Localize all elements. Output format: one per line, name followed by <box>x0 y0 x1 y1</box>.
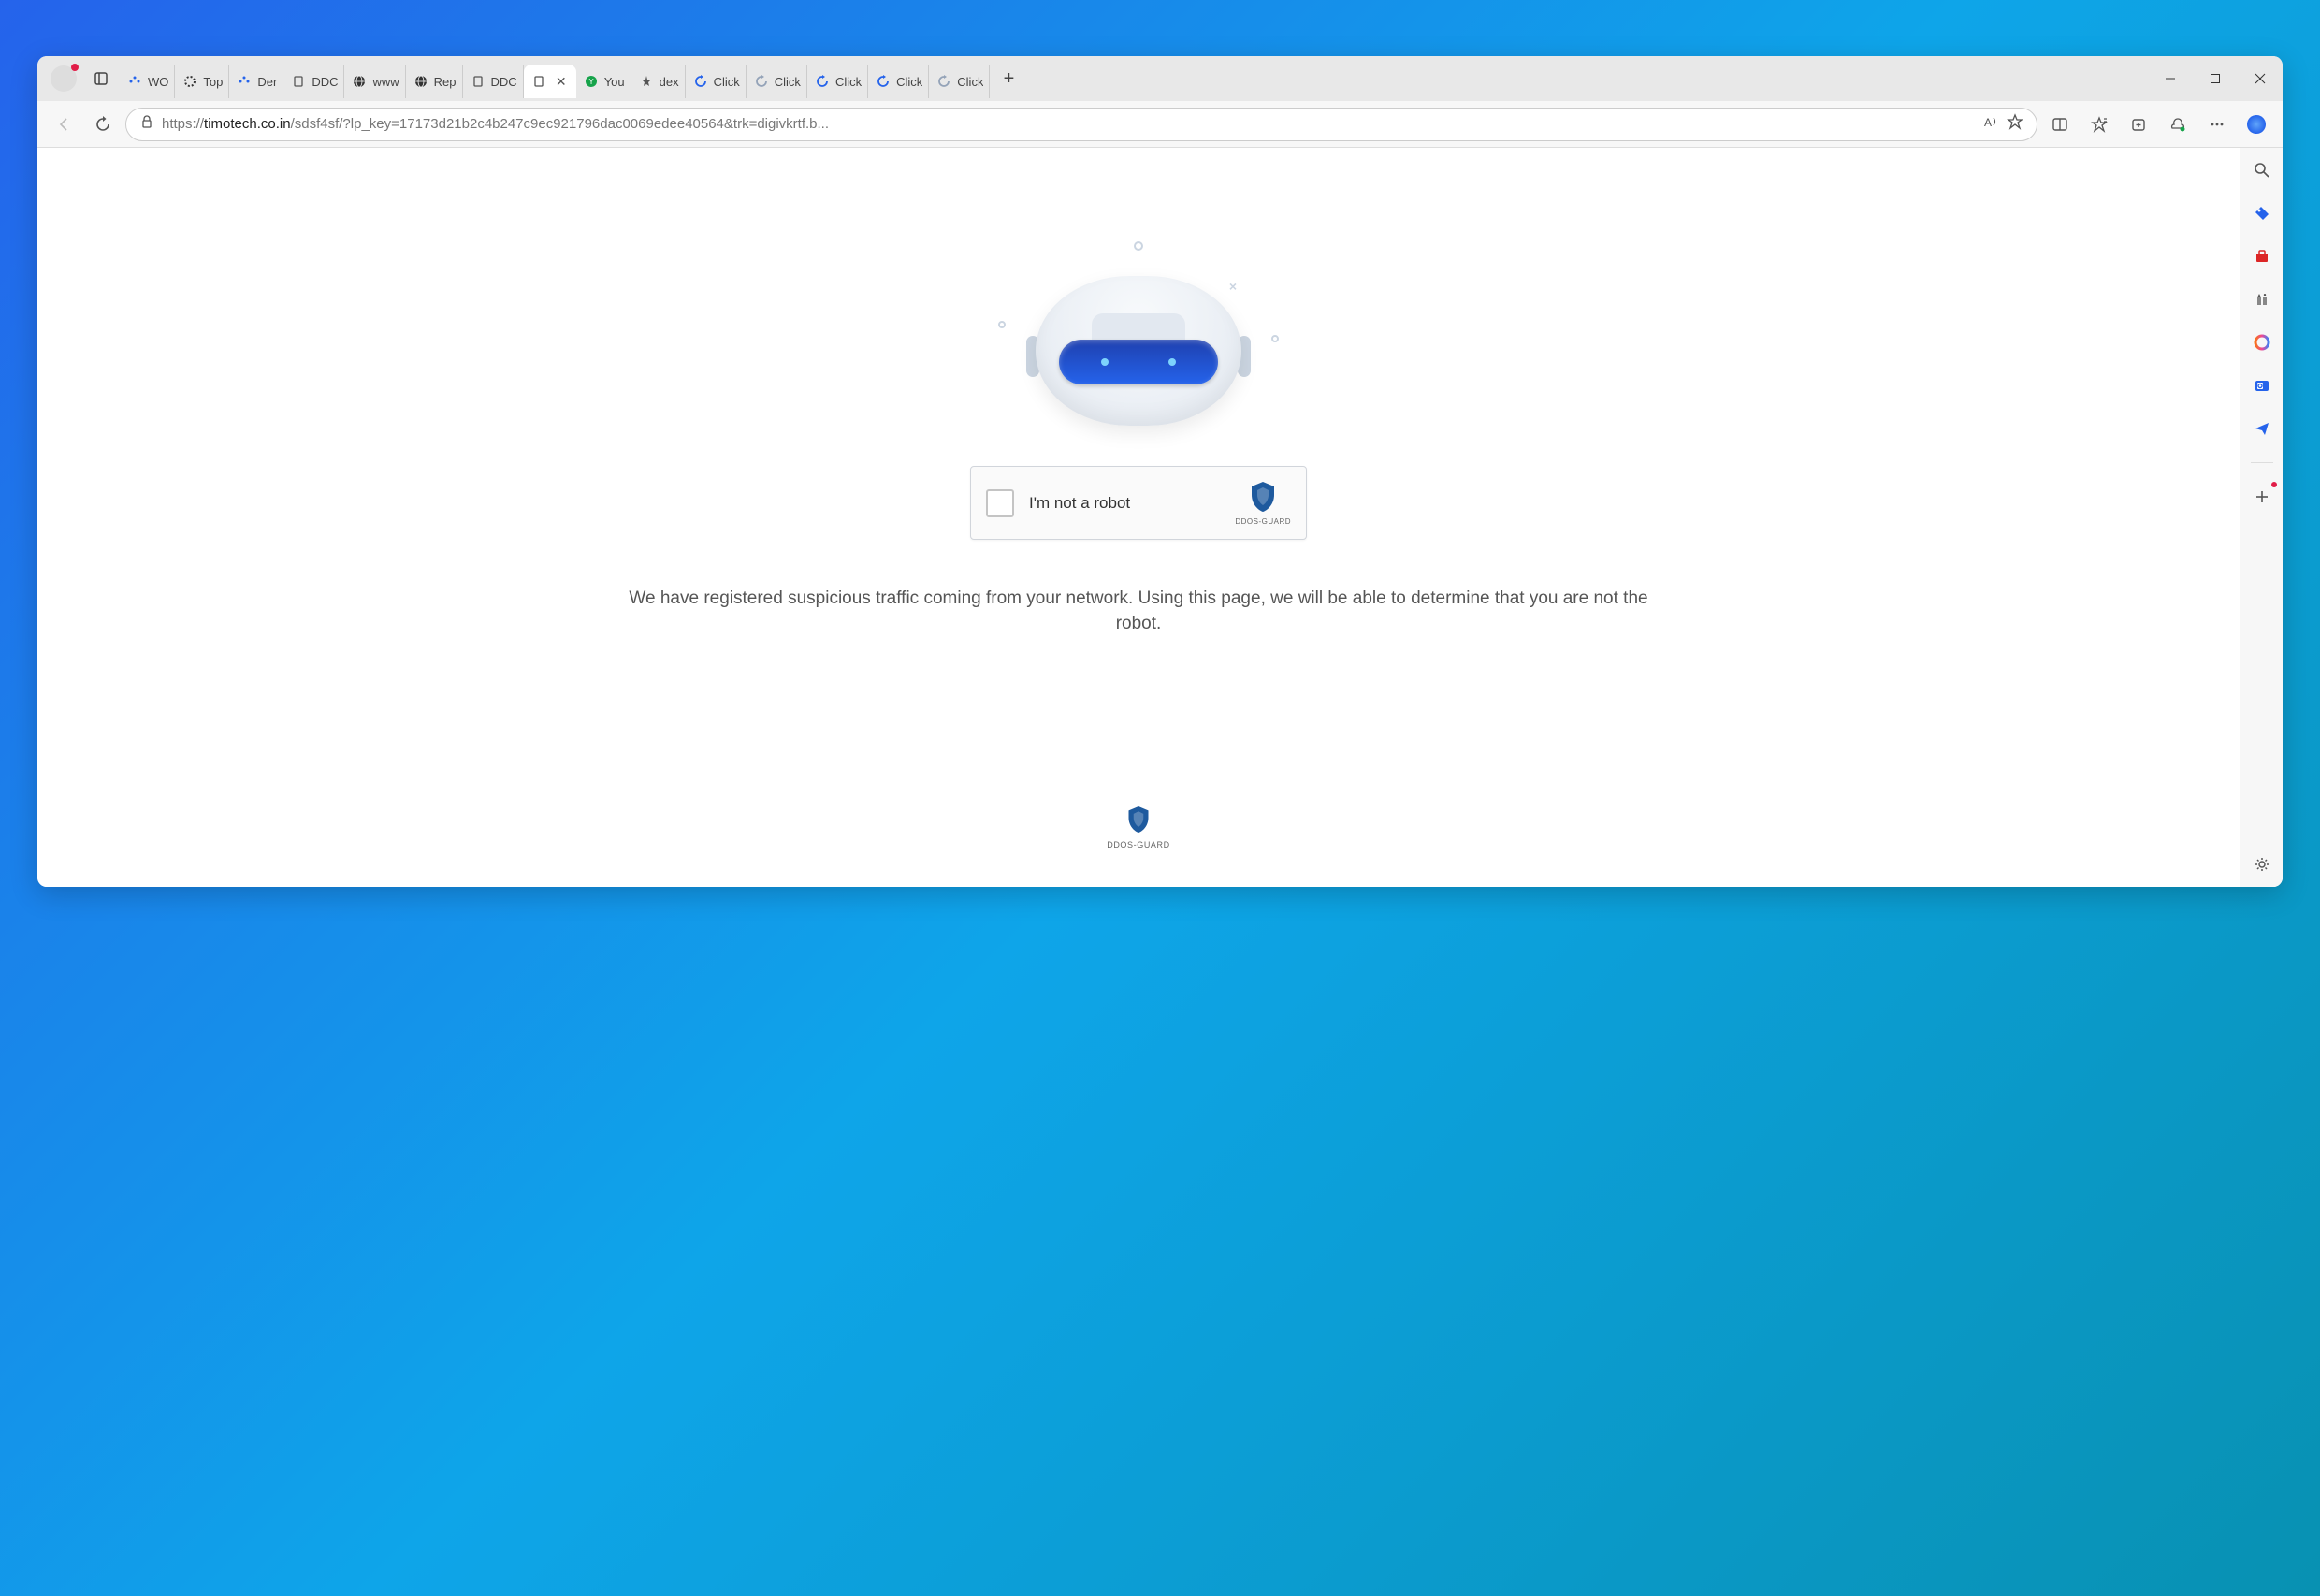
tab[interactable]: Y You <box>576 65 631 98</box>
address-bar[interactable]: https://timotech.co.in/sdsf4sf/?lp_key=1… <box>125 108 2037 141</box>
tab[interactable]: Click <box>686 65 747 98</box>
tab[interactable]: dex <box>631 65 686 98</box>
reload-icon <box>936 74 951 89</box>
captcha-label: I'm not a robot <box>1029 494 1235 513</box>
favicon-icon <box>127 74 142 89</box>
tab-label: WO <box>148 75 168 89</box>
captcha-checkbox[interactable] <box>986 489 1014 517</box>
suspicious-message: We have registered suspicious traffic co… <box>624 587 1653 636</box>
tab[interactable]: Click <box>807 65 868 98</box>
tab-label: dex <box>660 75 679 89</box>
captcha-brand-text: DDOS-GUARD <box>1235 517 1291 526</box>
captcha-box: I'm not a robot DDOS-GUARD <box>970 466 1307 540</box>
favorites-icon[interactable] <box>2082 108 2116 141</box>
favicon-icon <box>639 74 654 89</box>
tab-label: Click <box>835 75 862 89</box>
page-content: × I'm not a robot DDOS-GUARD <box>37 148 2240 887</box>
microsoft365-icon[interactable] <box>2249 329 2275 355</box>
add-sidebar-icon[interactable] <box>2249 484 2275 510</box>
footer-brand: DDOS-GUARD <box>1107 805 1170 849</box>
tab-label: Click <box>896 75 922 89</box>
tab[interactable]: www <box>344 65 405 98</box>
games-icon[interactable] <box>2249 286 2275 312</box>
tab-label: DDC <box>312 75 338 89</box>
read-aloud-icon[interactable]: A <box>1982 113 1999 135</box>
shield-icon <box>1125 805 1152 834</box>
tab-label: Top <box>203 75 223 89</box>
tab-label: Click <box>775 75 801 89</box>
reload-button[interactable] <box>86 108 120 141</box>
edge-sidebar <box>2240 148 2283 887</box>
search-icon[interactable] <box>2249 157 2275 183</box>
tab[interactable]: WO <box>120 65 175 98</box>
favorite-star-icon[interactable] <box>2007 113 2023 135</box>
reload-icon <box>693 74 708 89</box>
browser-window: WO Top Der DDC www Rep <box>37 56 2283 887</box>
toolbar-icons <box>2043 108 2273 141</box>
outlook-icon[interactable] <box>2249 372 2275 399</box>
tab[interactable]: Click <box>868 65 929 98</box>
robot-illustration: × <box>989 232 1288 447</box>
tab[interactable]: Der <box>229 65 283 98</box>
site-security-icon[interactable] <box>139 114 154 134</box>
globe-icon <box>352 74 367 89</box>
tab[interactable]: Rep <box>406 65 463 98</box>
favicon-icon: Y <box>584 74 599 89</box>
settings-icon[interactable] <box>2249 851 2275 878</box>
split-screen-icon[interactable] <box>2043 108 2077 141</box>
window-controls <box>2148 60 2283 97</box>
browser-essentials-icon[interactable] <box>2161 108 2195 141</box>
page-icon <box>291 74 306 89</box>
copilot-icon[interactable] <box>2240 108 2273 141</box>
tab-label: www <box>372 75 399 89</box>
page-icon <box>471 74 486 89</box>
tab[interactable]: Top <box>175 65 229 98</box>
favicon-icon <box>182 74 197 89</box>
tab-label: Der <box>257 75 277 89</box>
tab-label: Click <box>957 75 983 89</box>
reload-icon <box>876 74 891 89</box>
tab-label: DDC <box>491 75 517 89</box>
tab-actions-icon[interactable] <box>86 64 116 94</box>
tab-label: You <box>604 75 625 89</box>
svg-text:A: A <box>1984 116 1992 129</box>
maximize-button[interactable] <box>2193 60 2238 97</box>
collections-icon[interactable] <box>2122 108 2155 141</box>
profile-avatar[interactable] <box>51 65 77 92</box>
tab[interactable]: DDC <box>283 65 344 98</box>
sidebar-separator <box>2251 462 2273 463</box>
close-tab-icon[interactable]: ✕ <box>554 74 569 89</box>
globe-icon <box>413 74 428 89</box>
tab-label: Rep <box>434 75 457 89</box>
reload-icon <box>754 74 769 89</box>
content-area: × I'm not a robot DDOS-GUARD <box>37 148 2283 887</box>
tab-active[interactable]: ✕ <box>524 65 576 98</box>
tab-label: Click <box>714 75 740 89</box>
reload-icon <box>815 74 830 89</box>
address-bar-row: https://timotech.co.in/sdsf4sf/?lp_key=1… <box>37 101 2283 148</box>
shield-icon <box>1248 480 1278 514</box>
tab-strip: WO Top Der DDC www Rep <box>120 56 2148 101</box>
send-icon[interactable] <box>2249 415 2275 442</box>
tab[interactable]: DDC <box>463 65 524 98</box>
tools-icon[interactable] <box>2249 243 2275 269</box>
minimize-button[interactable] <box>2148 60 2193 97</box>
back-button[interactable] <box>47 108 80 141</box>
close-window-button[interactable] <box>2238 60 2283 97</box>
shopping-tag-icon[interactable] <box>2249 200 2275 226</box>
more-menu-icon[interactable] <box>2200 108 2234 141</box>
svg-text:Y: Y <box>588 78 594 86</box>
page-icon <box>531 74 546 89</box>
footer-brand-text: DDOS-GUARD <box>1107 840 1170 849</box>
titlebar: WO Top Der DDC www Rep <box>37 56 2283 101</box>
tab[interactable]: Click <box>929 65 990 98</box>
favicon-icon <box>237 74 252 89</box>
tab[interactable]: Click <box>747 65 807 98</box>
new-tab-button[interactable]: + <box>993 64 1023 94</box>
url-text: https://timotech.co.in/sdsf4sf/?lp_key=1… <box>162 116 1975 132</box>
captcha-brand: DDOS-GUARD <box>1235 480 1291 526</box>
